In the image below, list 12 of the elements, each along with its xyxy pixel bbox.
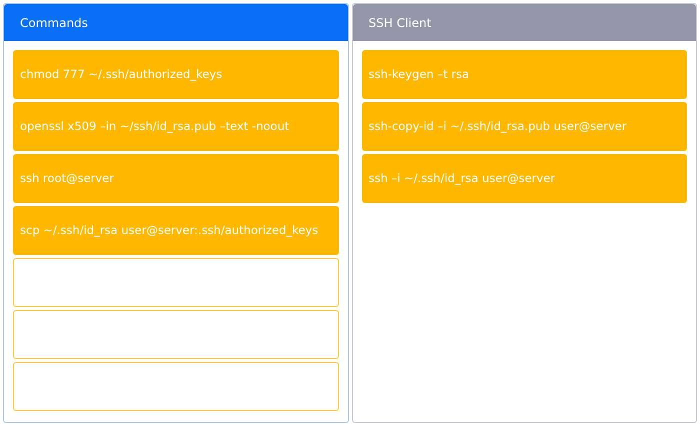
drop-slot[interactable] <box>13 310 338 359</box>
command-card[interactable]: chmod 777 ~/.ssh/authorized_keys <box>13 50 338 99</box>
command-card[interactable]: scp ~/.ssh/id_rsa user@server:.ssh/authorized_keys <box>13 206 338 255</box>
command-card[interactable]: ssh –i ~/.ssh/id_rsa user@server <box>362 154 687 203</box>
command-card[interactable]: ssh-keygen –t rsa <box>362 50 687 99</box>
panel-header: Commands <box>4 4 348 41</box>
drop-slot[interactable] <box>13 362 338 411</box>
command-card[interactable]: ssh-copy-id –i ~/.ssh/id_rsa.pub user@server <box>362 102 687 151</box>
command-card[interactable]: ssh root@server <box>13 154 338 203</box>
panel-header: SSH Client <box>352 4 696 41</box>
drop-slot[interactable] <box>13 258 338 307</box>
command-card[interactable]: openssl x509 –in ~/ssh/id_rsa.pub –text -noout <box>13 102 338 151</box>
